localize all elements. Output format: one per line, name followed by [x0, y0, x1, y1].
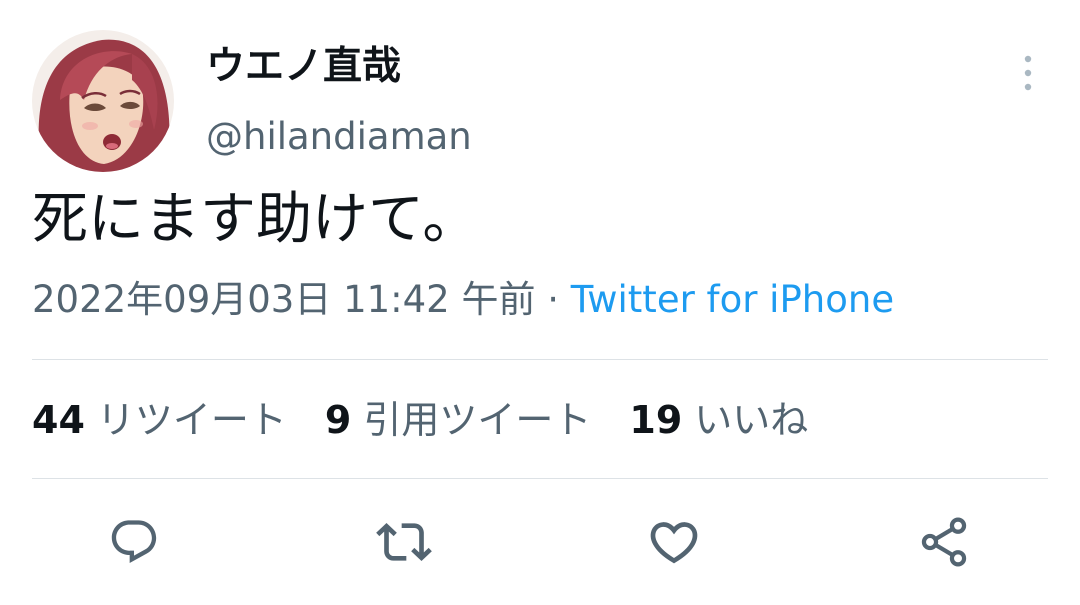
tweet-timestamp[interactable]: 2022年09月03日 11:42 午前 [32, 278, 535, 321]
tweet-stats: 44 リツイート 9 引用ツイート 19 いいね [32, 393, 846, 447]
quotes-count: 9 [324, 398, 352, 442]
meta-separator: · [547, 278, 560, 321]
retweet-icon [376, 523, 432, 561]
tweet-meta: 2022年09月03日 11:42 午前 · Twitter for iPhon… [32, 274, 894, 326]
quotes-stat[interactable]: 9 引用ツイート [325, 393, 591, 447]
user-handle[interactable]: @hilandiaman [206, 112, 472, 162]
like-button[interactable] [644, 512, 704, 572]
avatar[interactable] [32, 30, 174, 172]
likes-stat[interactable]: 19 いいね [629, 393, 808, 447]
likes-count: 19 [629, 398, 683, 442]
action-bar [0, 512, 1080, 572]
retweets-count: 44 [32, 398, 85, 442]
divider [32, 478, 1048, 479]
retweets-stat[interactable]: 44 リツイート [32, 393, 287, 447]
divider [32, 359, 1048, 360]
heart-icon [650, 522, 698, 564]
retweets-label: リツイート [96, 398, 287, 442]
more-options-button[interactable] [1008, 50, 1048, 96]
more-vertical-icon [1024, 55, 1032, 91]
display-name[interactable]: ウエノ直哉 [206, 42, 401, 92]
quotes-label: 引用ツイート [363, 398, 592, 442]
tweet-source-link[interactable]: Twitter for iPhone [571, 278, 894, 321]
share-button[interactable] [914, 512, 974, 572]
tweet-detail: ウエノ直哉 @hilandiaman 死にます助けて。 2022年09月03日 … [0, 0, 1080, 605]
tweet-text: 死にます助けて。 [32, 187, 479, 252]
reply-button[interactable] [104, 512, 164, 572]
reply-icon [111, 520, 157, 563]
retweet-button[interactable] [374, 512, 434, 572]
likes-label: いいね [694, 398, 809, 442]
avatar-image [32, 30, 174, 172]
share-icon [921, 517, 967, 567]
